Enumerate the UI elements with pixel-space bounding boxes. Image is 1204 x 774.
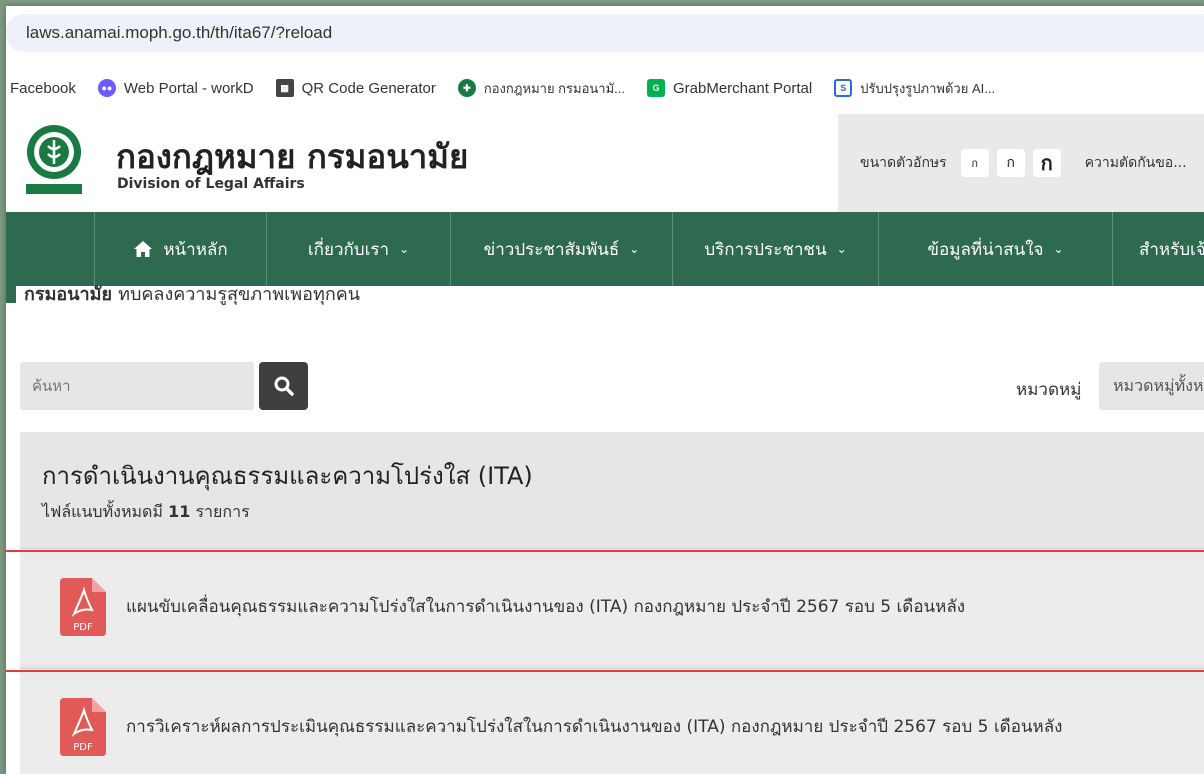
file-count: ไฟล์แนบทั้งหมดมี 11 รายการ	[42, 500, 250, 525]
bookmark-label: Web Portal - workD	[123, 79, 254, 97]
file-row[interactable]: PDF แผนขับเคลื่อนคุณธรรมและความโปร่งใสใน…	[20, 548, 1204, 664]
browser-window: laws.anamai.moph.go.th/th/ita67/?reload …	[6, 6, 1204, 774]
content-panel: การดำเนินงานคุณธรรมและความโปร่งใส (ITA) …	[20, 432, 1204, 774]
search-icon	[274, 376, 294, 396]
chevron-down-icon: ⌄	[1053, 242, 1064, 256]
contrast-label[interactable]: ความตัดกันขอ...	[1085, 152, 1187, 174]
bookmark-qr-code[interactable]: ▦ QR Code Generator	[275, 79, 436, 97]
url-text: laws.anamai.moph.go.th/th/ita67/?reload	[26, 23, 333, 42]
accessibility-panel: ขนาดตัวอักษร ก ก ก ความตัดกันขอ...	[838, 114, 1204, 212]
tagline-bar	[6, 283, 16, 303]
file-link[interactable]: แผนขับเคลื่อนคุณธรรมและความโปร่งใสในการด…	[126, 593, 965, 620]
chevron-down-icon: ⌄	[836, 242, 847, 256]
tagline-text: ทบคลงความรูสุขภาพเพอทุกคน	[118, 283, 361, 305]
nav-label: บริการประชาชน	[704, 239, 827, 260]
nav-staff[interactable]: สำหรับเจ้าห	[1112, 212, 1204, 286]
category-select[interactable]: หมวดหมู่ทั้งห	[1099, 362, 1204, 410]
home-icon	[134, 241, 153, 257]
bookmarks-bar: Facebook ●● Web Portal - workD ▦ QR Code…	[6, 68, 1204, 108]
highlight-line	[6, 670, 1204, 672]
bookmark-label: ปรับปรุงรูปภาพด้วย AI...	[860, 80, 996, 96]
highlight-line	[6, 550, 1204, 552]
category-label: หมวดหมู่	[1016, 380, 1082, 400]
anamai-logo-icon[interactable]	[20, 122, 88, 202]
search-input[interactable]	[20, 362, 254, 410]
font-size-medium-button[interactable]: ก	[996, 149, 1025, 177]
bookmark-web-portal[interactable]: ●● Web Portal - workD	[97, 79, 254, 97]
site-subtitle: Division of Legal Affairs	[117, 176, 305, 192]
bookmark-ai-image[interactable]: S ปรับปรุงรูปภาพด้วย AI...	[834, 78, 995, 99]
pdf-label: PDF	[73, 622, 93, 633]
grab-icon: G	[647, 79, 665, 97]
chevron-down-icon: ⌄	[399, 242, 410, 256]
page-title: การดำเนินงานคุณธรรมและความโปร่งใส (ITA)	[42, 462, 533, 490]
pdf-label: PDF	[73, 742, 93, 753]
address-bar[interactable]: laws.anamai.moph.go.th/th/ita67/?reload	[6, 14, 1204, 52]
tagline: กรมอนามัย ทบคลงความรูสุขภาพเพอทุกคน	[6, 278, 360, 308]
nav-info[interactable]: ข้อมูลที่น่าสนใจ ⌄	[878, 212, 1112, 286]
file-row[interactable]: PDF การวิเคราะห์ผลการประเมินคุณธรรมและคว…	[20, 668, 1204, 774]
search-button[interactable]	[259, 362, 308, 410]
count-prefix: ไฟล์แนบทั้งหมดมี	[42, 502, 163, 521]
font-size-large-button[interactable]: ก	[1032, 149, 1061, 177]
bookmark-label: GrabMerchant Portal	[673, 79, 813, 97]
bookmark-label: Facebook	[10, 79, 76, 97]
nav-label: ข้อมูลที่น่าสนใจ	[927, 239, 1044, 260]
count-value: 11	[168, 502, 191, 521]
nav-label: เกี่ยวกับเรา	[307, 239, 390, 260]
font-size-small-button[interactable]: ก	[960, 149, 989, 177]
nav-about[interactable]: เกี่ยวกับเรา ⌄	[266, 212, 450, 286]
site-header: กองกฎหมาย กรมอนามัย Division of Legal Af…	[6, 114, 1204, 212]
bookmark-label: QR Code Generator	[301, 79, 436, 97]
font-size-label: ขนาดตัวอักษร	[860, 155, 947, 171]
nav-label: สำหรับเจ้าห	[1139, 239, 1204, 260]
bookmark-facebook[interactable]: Facebook	[10, 80, 76, 97]
main-nav: หน้าหลัก เกี่ยวกับเรา ⌄ ข่าวประชาสัมพันธ…	[6, 212, 1204, 286]
bookmark-label: กองกฎหมาย กรมอนามั...	[483, 80, 625, 96]
file-link[interactable]: การวิเคราะห์ผลการประเมินคุณธรรมและความโป…	[126, 713, 1062, 740]
s-logo-icon: S	[834, 79, 853, 97]
bookmark-anamai[interactable]: ✚ กองกฎหมาย กรมอนามั...	[457, 78, 625, 99]
nav-services[interactable]: บริการประชาชน ⌄	[672, 212, 878, 286]
nav-home[interactable]: หน้าหลัก	[94, 212, 266, 286]
nav-news[interactable]: ข่าวประชาสัมพันธ์ ⌄	[450, 212, 672, 286]
chat-bubble-icon: ●●	[97, 79, 116, 97]
pdf-file-icon: PDF	[60, 697, 106, 756]
pdf-file-icon: PDF	[60, 577, 106, 636]
count-suffix: รายการ	[195, 502, 250, 521]
nav-label: ข่าวประชาสัมพันธ์	[483, 239, 620, 260]
anamai-logo-icon: ✚	[457, 79, 476, 97]
tagline-bold: กรมอนามัย	[24, 283, 113, 305]
chevron-down-icon: ⌄	[629, 242, 640, 256]
bookmark-grab[interactable]: G GrabMerchant Portal	[647, 79, 812, 97]
nav-label: หน้าหลัก	[163, 239, 228, 260]
qr-code-icon: ▦	[275, 79, 294, 97]
